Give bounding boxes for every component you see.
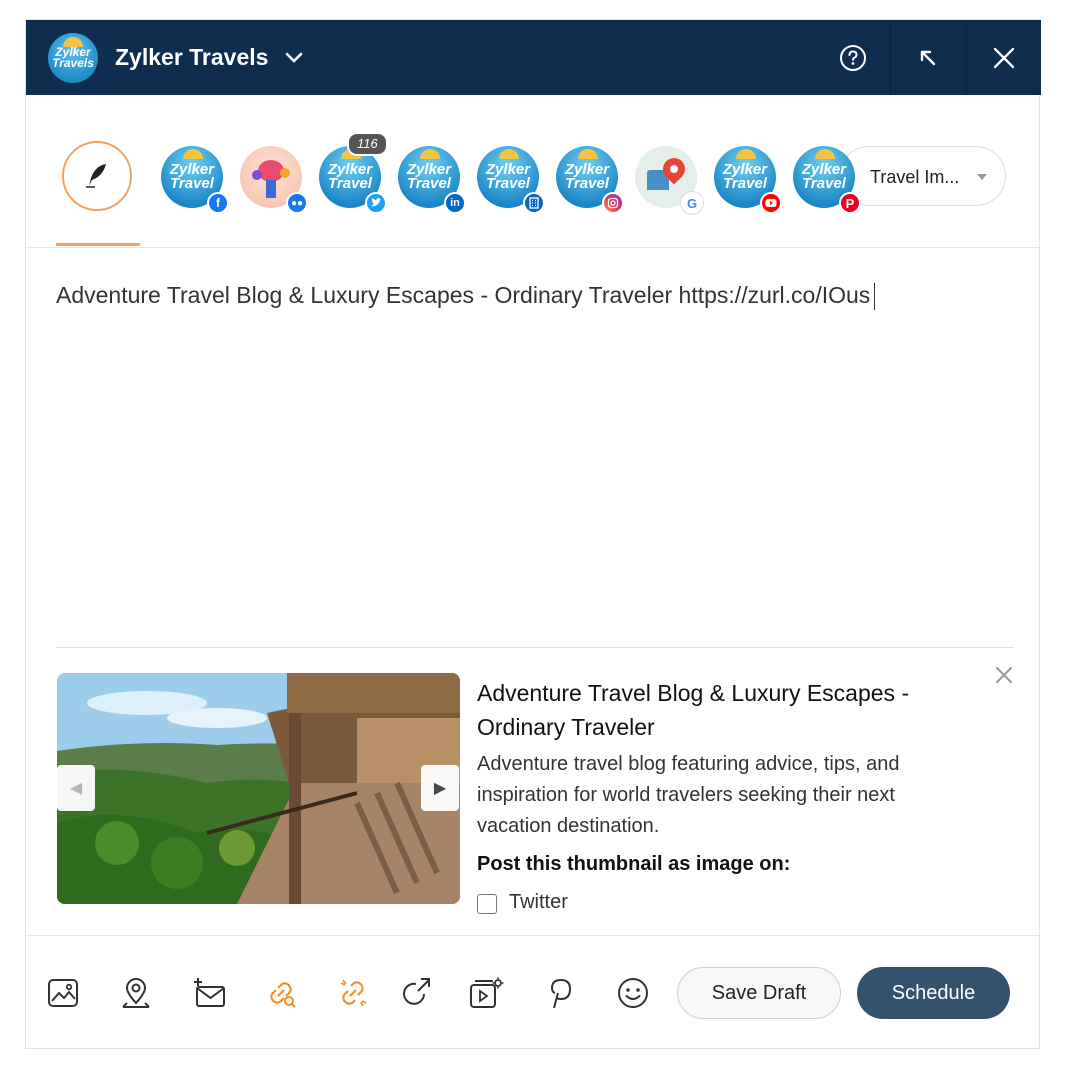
help-circle-icon: [840, 44, 866, 71]
google-icon: G: [681, 192, 703, 214]
link-preview-thumbnail: ◀ ▶: [57, 673, 460, 904]
compose-dialog: Zylker Travels Zylker Travels Zylker Tra…: [25, 19, 1041, 1049]
board-select-value: Travel Im...: [870, 167, 960, 187]
chevron-right-icon: ▶: [433, 780, 447, 797]
account-youtube[interactable]: Zylker Travel: [714, 146, 782, 214]
add-location-button[interactable]: [116, 973, 156, 1013]
quill-pen-icon: [86, 164, 106, 188]
instagram-icon: [602, 192, 624, 214]
linkedin-icon: in: [444, 192, 466, 214]
link-shorten-icon: [270, 982, 296, 1008]
preview-description: Adventure travel blog featuring advice, …: [477, 753, 900, 837]
remove-link-button[interactable]: [333, 973, 373, 1013]
post-text: Adventure Travel Blog & Luxury Escapes -…: [56, 282, 871, 308]
account-facebook[interactable]: Zylker Travel f: [161, 146, 229, 214]
account-pinterest[interactable]: Zylker Travel P: [793, 146, 861, 214]
minimize-button[interactable]: [890, 20, 966, 95]
account-selector-bar: Zylker Travel f ●● Zylker Travel 116 Zylke…: [26, 95, 1041, 248]
chevron-down-icon: [977, 174, 987, 180]
video-settings-icon: [470, 977, 504, 1008]
add-mail-icon: [194, 978, 225, 1007]
save-draft-button[interactable]: Save Draft: [677, 967, 841, 1019]
post-thumbnail-label: Post this thumbnail as image on:: [477, 853, 791, 875]
arrow-up-left-icon: [920, 50, 936, 65]
schedule-button[interactable]: Schedule: [857, 967, 1010, 1019]
pinterest-board-select[interactable]: Travel Im...: [839, 146, 1006, 206]
brand-logo[interactable]: Zylker Travels: [48, 33, 98, 83]
account-facebook-group[interactable]: ●●: [240, 146, 308, 214]
emoji-button[interactable]: [613, 973, 653, 1013]
account-instagram[interactable]: Zylker Travel: [556, 146, 624, 214]
chevron-left-icon: ◀: [69, 780, 83, 797]
close-icon: [993, 47, 1014, 68]
unlink-icon: [340, 979, 367, 1007]
image-icon: [48, 979, 78, 1007]
close-preview-icon[interactable]: [992, 663, 1016, 687]
brand-title[interactable]: Zylker Travels: [115, 44, 268, 71]
twitter-checkbox-label[interactable]: Twitter: [509, 891, 568, 914]
account-google-business[interactable]: G: [635, 146, 703, 214]
compose-tab[interactable]: [62, 141, 132, 211]
share-arrow-icon: [403, 978, 430, 1005]
active-tab-indicator: [56, 243, 140, 246]
shorten-link-button[interactable]: [261, 973, 301, 1013]
building-icon: [523, 192, 545, 214]
account-linkedin[interactable]: Zylker Travel in: [398, 146, 466, 214]
dialog-header: Zylker Travels Zylker Travels: [26, 20, 1041, 95]
thumbnail-prev-button[interactable]: ◀: [57, 765, 95, 811]
location-pin-icon: [122, 978, 150, 1008]
close-dialog-button[interactable]: [966, 20, 1041, 95]
thumbnail-next-button[interactable]: ▶: [421, 765, 459, 811]
preview-divider: [56, 647, 1014, 648]
notification-count: 116: [347, 132, 388, 156]
thumbnail-image: [57, 673, 460, 904]
text-caret: [874, 283, 876, 311]
logo-text-2: Travels: [52, 56, 94, 70]
pinterest-button[interactable]: [541, 973, 581, 1013]
account-twitter[interactable]: Zylker Travel 116: [319, 132, 388, 214]
twitter-icon: [365, 192, 387, 214]
video-settings-button[interactable]: [467, 973, 507, 1013]
pinterest-icon: [550, 978, 572, 1009]
post-text-editor[interactable]: Adventure Travel Blog & Luxury Escapes -…: [56, 282, 876, 311]
help-button[interactable]: [816, 20, 890, 95]
pinterest-icon: P: [839, 192, 861, 214]
twitter-thumbnail-checkbox[interactable]: [477, 894, 497, 914]
add-image-button[interactable]: [43, 973, 83, 1013]
emoji-icon: [618, 978, 648, 1008]
share-button[interactable]: [396, 973, 436, 1013]
account-linkedin-page[interactable]: Zylker Travel: [477, 146, 545, 214]
preview-title: Adventure Travel Blog & Luxury Escapes -…: [477, 680, 910, 740]
group-icon: ●●: [286, 192, 308, 214]
footer-divider: [26, 935, 1041, 936]
youtube-icon: [760, 192, 782, 214]
add-mail-button[interactable]: [189, 973, 229, 1013]
chevron-down-icon[interactable]: [284, 47, 304, 67]
facebook-icon: f: [207, 192, 229, 214]
